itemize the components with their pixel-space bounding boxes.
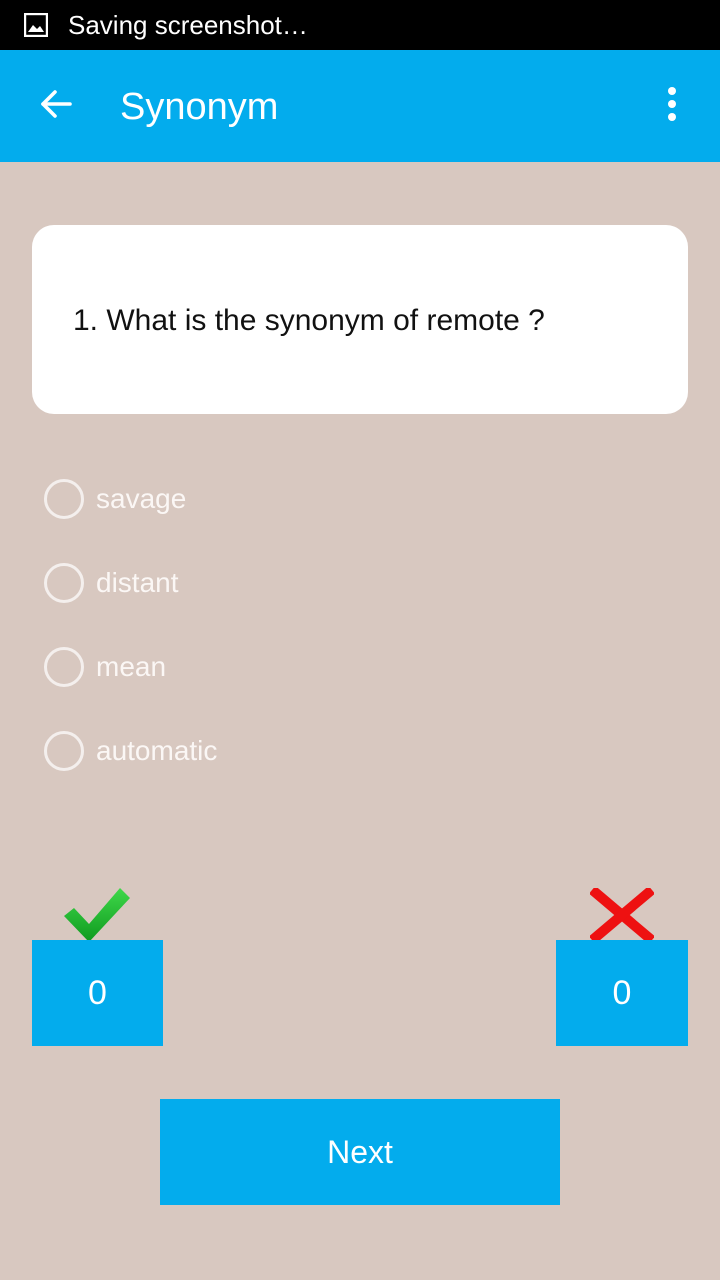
cross-icon [588, 885, 656, 947]
option-label: distant [96, 567, 179, 598]
option-mean[interactable]: mean [42, 643, 342, 691]
status-bar: Saving screenshot… [0, 0, 720, 50]
more-vert-icon [666, 86, 678, 127]
wrong-score: 0 [556, 940, 688, 1046]
question-card: 1. What is the synonym of remote ? [32, 225, 688, 414]
notification-text: Saving screenshot… [68, 10, 308, 40]
back-button[interactable] [28, 78, 84, 134]
option-label: automatic [96, 735, 218, 766]
app-bar: Synonym [0, 50, 720, 162]
radio-button[interactable] [44, 563, 84, 603]
radio-button[interactable] [44, 479, 84, 519]
option-distant[interactable]: distant [42, 559, 342, 607]
arrow-back-icon [38, 86, 74, 127]
radio-button[interactable] [44, 647, 84, 687]
next-button[interactable]: Next [160, 1099, 560, 1205]
option-savage[interactable]: savage [42, 475, 342, 523]
overflow-menu-button[interactable] [648, 78, 696, 134]
option-label: savage [96, 483, 187, 514]
option-automatic[interactable]: automatic [42, 727, 342, 775]
radio-button[interactable] [44, 731, 84, 771]
question-text: 1. What is the synonym of remote ? [73, 304, 545, 337]
image-notification-icon [23, 12, 49, 38]
option-label: mean [96, 651, 167, 682]
page-title: Synonym [120, 86, 279, 128]
correct-score: 0 [32, 940, 163, 1046]
